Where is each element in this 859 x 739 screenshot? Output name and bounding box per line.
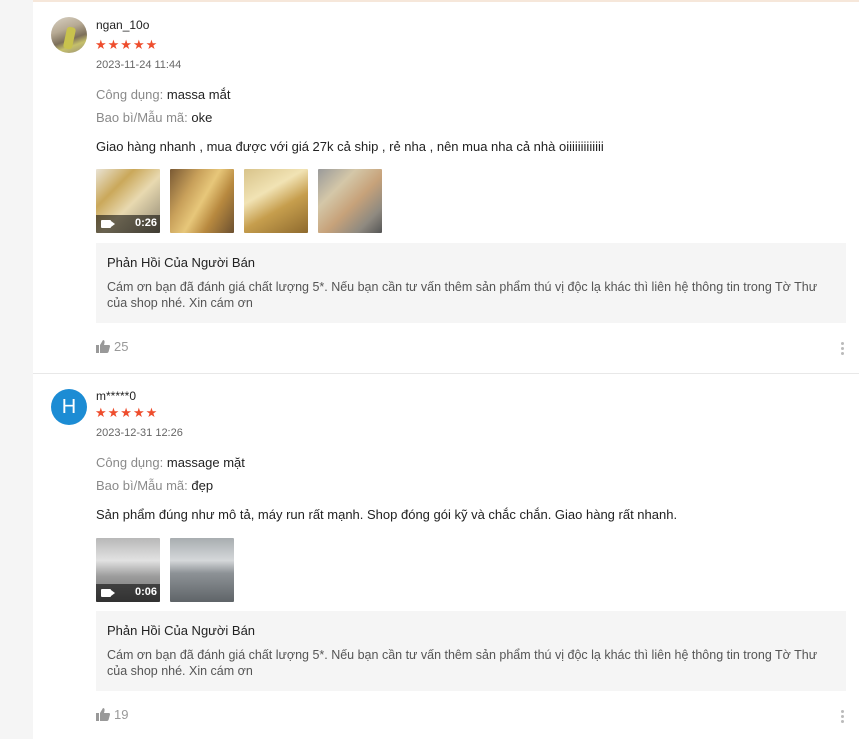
- attribute-usage: Công dụng: massage mặt: [96, 455, 245, 470]
- seller-reply-title: Phản Hồi Của Người Bán: [107, 623, 256, 638]
- attribute-label: Bao bì/Mẫu mã:: [96, 110, 188, 125]
- video-duration: 0:06: [134, 586, 157, 598]
- thumbs-up-icon: [96, 340, 110, 356]
- review-item: H m*****0 ★★★★★ 2023-12-31 12:26 Công dụ…: [33, 374, 859, 739]
- seller-reply-text: Cám ơn bạn đã đánh giá chất lượng 5*. Nế…: [107, 648, 818, 678]
- attribute-label: Bao bì/Mẫu mã:: [96, 478, 188, 493]
- review-username[interactable]: ngan_10o: [96, 18, 149, 32]
- like-button[interactable]: 19: [96, 707, 128, 724]
- video-overlay: 0:26: [96, 215, 160, 233]
- media-video-thumbnail[interactable]: 0:06: [96, 538, 160, 602]
- review-datetime: 2023-12-31 12:26: [96, 427, 183, 439]
- seller-reply: Phản Hồi Của Người Bán Cám ơn bạn đã đán…: [96, 243, 846, 323]
- attribute-value: massage mặt: [166, 455, 245, 470]
- like-button[interactable]: 25: [96, 339, 128, 356]
- avatar[interactable]: [51, 17, 87, 53]
- review-datetime: 2023-11-24 11:44: [96, 59, 182, 71]
- video-duration: 0:26: [134, 217, 157, 229]
- attribute-usage: Công dụng: massa mắt: [96, 87, 230, 102]
- like-count: 19: [114, 707, 129, 722]
- media-image-thumbnail[interactable]: [170, 538, 234, 602]
- media-video-thumbnail[interactable]: 0:26: [96, 169, 160, 233]
- avatar[interactable]: H: [51, 389, 87, 425]
- attribute-value: đẹp: [191, 478, 214, 493]
- more-vertical-icon[interactable]: [841, 710, 845, 725]
- seller-reply-title: Phản Hồi Của Người Bán: [107, 255, 256, 270]
- review-item: ngan_10o ★★★★★ 2023-11-24 11:44 Công dụn…: [33, 2, 859, 373]
- review-comment: Giao hàng nhanh , mua được với giá 27k c…: [96, 139, 604, 154]
- media-image-thumbnail[interactable]: [318, 169, 382, 233]
- review-username[interactable]: m*****0: [96, 389, 136, 403]
- attribute-label: Công dụng:: [96, 455, 164, 470]
- more-vertical-icon[interactable]: [841, 342, 845, 357]
- reviews-panel: ngan_10o ★★★★★ 2023-11-24 11:44 Công dụn…: [33, 0, 859, 739]
- video-camera-icon: [101, 589, 115, 597]
- video-overlay: 0:06: [96, 584, 160, 602]
- like-count: 25: [114, 339, 129, 354]
- seller-reply-text: Cám ơn bạn đã đánh giá chất lượng 5*. Nế…: [107, 280, 818, 310]
- review-comment: Sản phẩm đúng như mô tả, máy run rất mạn…: [96, 507, 678, 522]
- thumbs-up-icon: [96, 708, 110, 724]
- media-image-thumbnail[interactable]: [244, 169, 308, 233]
- video-camera-icon: [101, 220, 115, 228]
- seller-reply: Phản Hồi Của Người Bán Cám ơn bạn đã đán…: [96, 611, 846, 691]
- attribute-value: massa mắt: [166, 87, 231, 102]
- attribute-value: oke: [191, 110, 213, 125]
- star-rating: ★★★★★: [95, 37, 159, 52]
- attribute-label: Công dụng:: [96, 87, 164, 102]
- media-image-thumbnail[interactable]: [170, 169, 234, 233]
- attribute-packaging: Bao bì/Mẫu mã: oke: [96, 110, 212, 125]
- star-rating: ★★★★★: [95, 405, 159, 420]
- attribute-packaging: Bao bì/Mẫu mã: đẹp: [96, 478, 213, 493]
